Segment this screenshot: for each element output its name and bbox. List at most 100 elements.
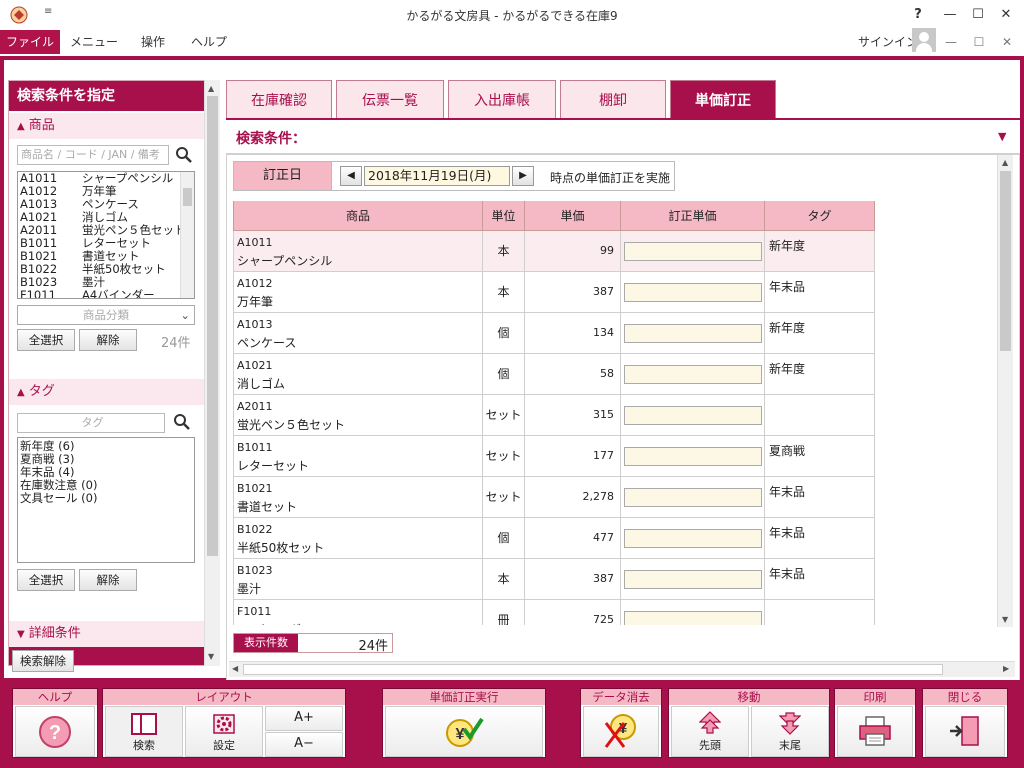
- maximize-button[interactable]: ☐: [966, 4, 990, 26]
- left-panel-scroll-thumb[interactable]: [207, 96, 218, 556]
- date-next-button[interactable]: ▶: [512, 166, 534, 186]
- date-prev-button[interactable]: ◀: [340, 166, 362, 186]
- corrected-price-input[interactable]: [624, 324, 762, 343]
- avatar-body: [916, 43, 932, 52]
- table-row[interactable]: B1023 墨汁 本 387 年末品: [233, 559, 875, 600]
- product-list-scrollbar[interactable]: [180, 172, 194, 298]
- menu-operation[interactable]: 操作: [130, 30, 176, 54]
- close-button[interactable]: ✕: [994, 4, 1018, 26]
- scroll-up-icon[interactable]: ▲: [208, 84, 214, 93]
- corrected-price-input[interactable]: [624, 570, 762, 589]
- chevron-down-icon: ⌄: [180, 308, 190, 322]
- corrected-price-input[interactable]: [624, 406, 762, 425]
- signin-link[interactable]: サインイン: [858, 30, 918, 54]
- font-decrease-button[interactable]: A−: [265, 732, 343, 757]
- product-section-header[interactable]: ▲ 商品: [9, 113, 207, 139]
- corrected-price-input[interactable]: [624, 447, 762, 466]
- cell-product-name: 万年筆: [237, 295, 274, 309]
- table-row[interactable]: F1011 A4バインダー 冊725: [233, 600, 875, 625]
- cell-unit: 本: [483, 559, 525, 599]
- corrected-price-input[interactable]: [624, 488, 762, 507]
- move-last-button[interactable]: 末尾: [751, 706, 829, 757]
- expand-down-icon[interactable]: ▼: [998, 130, 1006, 143]
- delete-data-button[interactable]: ¥: [583, 706, 659, 757]
- table-row[interactable]: A1013 ペンケース 個 134 新年度: [233, 313, 875, 354]
- ribbon-minimize-button[interactable]: —: [940, 30, 962, 54]
- tab-inventory[interactable]: 棚卸: [560, 80, 666, 120]
- table-row[interactable]: B1021 書道セット セット 2,278 年末品: [233, 477, 875, 518]
- correction-date-input[interactable]: 2018年11月19日(月): [364, 166, 510, 186]
- menu-file[interactable]: ファイル: [0, 30, 60, 54]
- table-horizontal-scrollbar[interactable]: ◀ ▶: [229, 661, 1015, 677]
- scroll-left-icon[interactable]: ◀: [232, 664, 238, 673]
- horizontal-scroll-thumb[interactable]: [243, 664, 943, 675]
- tag-section-label: タグ: [28, 384, 55, 399]
- close-app-button[interactable]: [925, 706, 1005, 757]
- corrected-price-input[interactable]: [624, 529, 762, 548]
- avatar[interactable]: [912, 28, 936, 52]
- help-button[interactable]: ?: [15, 706, 95, 757]
- cell-product-code: F1011: [237, 605, 272, 618]
- layout-search-button[interactable]: 検索: [105, 706, 183, 757]
- ribbon-restore-button[interactable]: ☐: [968, 30, 990, 54]
- tag-list-body: 新年度 (6) 夏商戦 (3) 年末品 (4) 在庫数注意 (0) 文具セール (0): [20, 440, 192, 505]
- left-panel-scrollbar[interactable]: ▲ ▼: [204, 80, 220, 666]
- detail-section-header[interactable]: ▼ 詳細条件: [9, 621, 207, 647]
- scroll-right-icon[interactable]: ▶: [1003, 664, 1009, 673]
- menu-menu[interactable]: メニュー: [66, 30, 122, 54]
- table-row[interactable]: B1022 半紙50枚セット 個 477 年末品: [233, 518, 875, 559]
- table-scroll-thumb[interactable]: [1000, 171, 1011, 351]
- help-group: ヘルプ ?: [12, 688, 98, 758]
- cell-product-name: 蛍光ペン５色セット: [237, 418, 346, 432]
- criteria-bar[interactable]: 検索条件： ▼: [226, 120, 1020, 154]
- cell-tag: 新年度: [765, 354, 875, 394]
- menu-help[interactable]: ヘルプ: [184, 30, 234, 54]
- table-row[interactable]: A1011 シャープペンシル 本 99 新年度: [233, 231, 875, 272]
- tag-list[interactable]: 新年度 (6) 夏商戦 (3) 年末品 (4) 在庫数注意 (0) 文具セール (0): [17, 437, 195, 563]
- layout-search-label: 検索: [133, 739, 155, 752]
- tab-price-correction[interactable]: 単価訂正: [670, 80, 776, 120]
- tag-search-input[interactable]: タグ: [17, 413, 165, 433]
- corrected-price-input[interactable]: [624, 283, 762, 302]
- cell-price: 99: [525, 231, 621, 271]
- table-vertical-scrollbar[interactable]: ▲ ▼: [997, 155, 1013, 627]
- tab-in-out-ledger[interactable]: 入出庫帳: [448, 80, 556, 120]
- scroll-up-icon[interactable]: ▲: [1002, 158, 1008, 167]
- search-icon[interactable]: [175, 146, 193, 164]
- corrected-price-input[interactable]: [624, 365, 762, 384]
- product-list[interactable]: A1011 シャープペンシル A1012 万年筆 A1013 ペンケース A1021 消しゴム…: [17, 171, 195, 299]
- scroll-down-icon[interactable]: ▼: [1002, 615, 1008, 624]
- product-search-input[interactable]: 商品名 / コード / JAN / 備考: [17, 145, 169, 165]
- product-list-scroll-thumb[interactable]: [183, 188, 192, 206]
- tab-stock-check[interactable]: 在庫確認: [226, 80, 332, 120]
- move-first-button[interactable]: 先頭: [671, 706, 749, 757]
- minimize-button[interactable]: —: [938, 4, 962, 26]
- product-clear-button[interactable]: 解除: [79, 329, 137, 351]
- tag-section-header[interactable]: ▲ タグ: [9, 379, 207, 405]
- execute-price-correction-button[interactable]: ¥: [385, 706, 543, 757]
- search-icon[interactable]: [173, 413, 191, 431]
- avatar-head: [919, 32, 929, 42]
- ribbon-close-button[interactable]: ✕: [996, 30, 1018, 54]
- corrected-price-input[interactable]: [624, 242, 762, 261]
- corrected-price-input[interactable]: [624, 611, 762, 625]
- table-row[interactable]: A2011 蛍光ペン５色セット セット 315: [233, 395, 875, 436]
- search-reset-button[interactable]: 検索解除: [12, 650, 74, 672]
- tag-select-all-button[interactable]: 全選択: [17, 569, 75, 591]
- category-select[interactable]: 商品分類 ⌄: [17, 305, 195, 325]
- font-increase-button[interactable]: A+: [265, 706, 343, 731]
- tab-slip-list[interactable]: 伝票一覧: [336, 80, 444, 120]
- table-row[interactable]: A1021 消しゴム 個 58 新年度: [233, 354, 875, 395]
- print-button[interactable]: [837, 706, 913, 757]
- tag-list-item[interactable]: 文具セール (0): [20, 492, 192, 505]
- product-list-item[interactable]: F1011 A4バインダー: [18, 289, 180, 299]
- table-row[interactable]: A1012 万年筆 本 387 年末品: [233, 272, 875, 313]
- scroll-down-icon[interactable]: ▼: [208, 652, 214, 661]
- cell-corrected-price: [621, 354, 765, 394]
- product-select-all-button[interactable]: 全選択: [17, 329, 75, 351]
- product-list-name: シャープペンシル: [82, 171, 174, 185]
- layout-settings-button[interactable]: 設定: [185, 706, 263, 757]
- tag-clear-button[interactable]: 解除: [79, 569, 137, 591]
- help-icon[interactable]: ?: [906, 4, 930, 26]
- table-row[interactable]: B1011 レターセット セット 177 夏商戦: [233, 436, 875, 477]
